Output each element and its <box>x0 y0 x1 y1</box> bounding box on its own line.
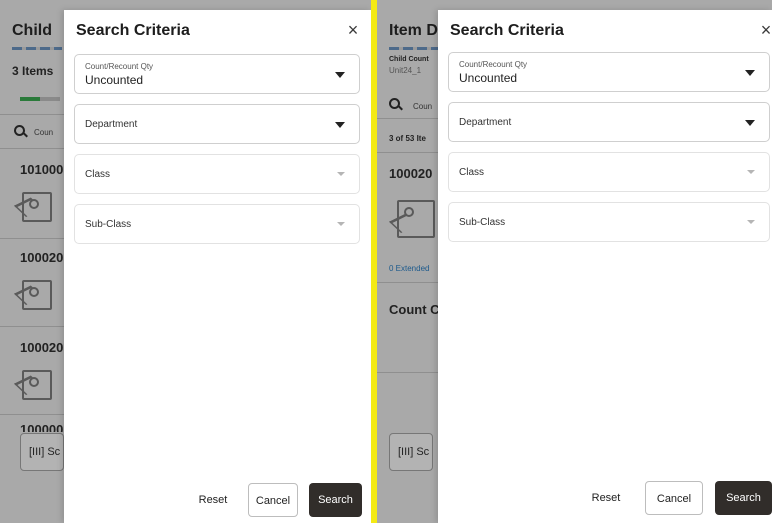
field-label: Department <box>85 119 138 130</box>
search-criteria-modal: Search Criteria × Count/Recount Qty Unco… <box>64 10 371 523</box>
image-placeholder-icon <box>22 192 52 222</box>
chevron-down-icon <box>745 70 755 76</box>
search-input[interactable]: Coun <box>34 128 53 137</box>
field-label: Class <box>459 167 485 178</box>
search-icon[interactable] <box>389 98 400 109</box>
barcode-icon: [III] <box>29 446 45 458</box>
chevron-down-icon <box>335 122 345 128</box>
item-id[interactable]: 100020 <box>389 166 432 181</box>
item-id[interactable]: 101000 <box>20 162 63 177</box>
right-panel: Item D Child Count Unit24_1 Coun 3 of 53… <box>377 0 772 523</box>
chevron-down-icon <box>337 222 345 226</box>
child-count-value: Unit24_1 <box>389 66 422 75</box>
extended-link[interactable]: 0 Extended <box>389 264 429 273</box>
reset-button[interactable]: Reset <box>188 483 238 517</box>
image-placeholder-icon <box>22 280 52 310</box>
left-panel: Child 3 Items Coun 101000 100020 100020 … <box>0 0 371 523</box>
barcode-icon: [III] <box>398 446 414 458</box>
modal-title: Search Criteria <box>450 22 564 39</box>
chevron-down-icon <box>335 72 345 78</box>
class-select[interactable]: Class <box>74 154 360 194</box>
progress-fill <box>20 97 40 101</box>
scan-button-label: Sc <box>416 446 430 458</box>
count-progress-bar <box>20 97 60 101</box>
screenshot-stage: Child 3 Items Coun 101000 100020 100020 … <box>0 0 772 523</box>
sub-class-select[interactable]: Sub-Class <box>74 204 360 244</box>
field-label: Count/Recount Qty <box>85 62 154 71</box>
count-recount-qty-select[interactable]: Count/Recount Qty Uncounted <box>74 54 360 94</box>
header-accent <box>12 47 62 50</box>
image-placeholder-icon <box>397 200 435 238</box>
department-select[interactable]: Department <box>448 102 770 142</box>
close-icon[interactable]: × <box>343 20 363 40</box>
chevron-down-icon <box>747 220 755 224</box>
chevron-down-icon <box>337 172 345 176</box>
close-icon[interactable]: × <box>756 20 772 40</box>
chevron-down-icon <box>745 120 755 126</box>
image-placeholder-icon <box>22 370 52 400</box>
header-accent <box>389 47 439 50</box>
section-title: Count C <box>389 302 440 317</box>
search-criteria-modal: Search Criteria × Count/Recount Qty Unco… <box>438 10 772 523</box>
reset-button[interactable]: Reset <box>580 481 632 515</box>
scan-button[interactable]: [III] Sc <box>389 433 433 471</box>
scan-button[interactable]: [III] Sc <box>20 433 64 471</box>
department-select[interactable]: Department <box>74 104 360 144</box>
search-button[interactable]: Search <box>309 483 362 517</box>
items-count: 3 of 53 Ite <box>389 134 426 143</box>
field-label: Sub-Class <box>459 217 506 228</box>
search-button[interactable]: Search <box>715 481 772 515</box>
class-select[interactable]: Class <box>448 152 770 192</box>
items-count: 3 Items <box>12 64 54 78</box>
sub-class-select[interactable]: Sub-Class <box>448 202 770 242</box>
modal-title: Search Criteria <box>76 22 190 39</box>
field-value: Uncounted <box>85 73 144 87</box>
field-label: Count/Recount Qty <box>459 60 528 69</box>
item-id[interactable]: 100020 <box>20 340 63 355</box>
chevron-down-icon <box>747 170 755 174</box>
item-id[interactable]: 100020 <box>20 250 63 265</box>
field-label: Class <box>85 169 111 180</box>
count-recount-qty-select[interactable]: Count/Recount Qty Uncounted <box>448 52 770 92</box>
cancel-button[interactable]: Cancel <box>248 483 298 517</box>
search-icon[interactable] <box>14 125 25 136</box>
search-input[interactable]: Coun <box>413 102 432 111</box>
field-label: Sub-Class <box>85 219 132 230</box>
field-value: Uncounted <box>459 71 518 85</box>
item-id[interactable]: 100000 <box>20 422 63 432</box>
cancel-button[interactable]: Cancel <box>645 481 703 515</box>
field-label: Department <box>459 117 512 128</box>
scan-button-label: Sc <box>47 446 61 458</box>
child-count-label: Child Count <box>389 56 429 63</box>
